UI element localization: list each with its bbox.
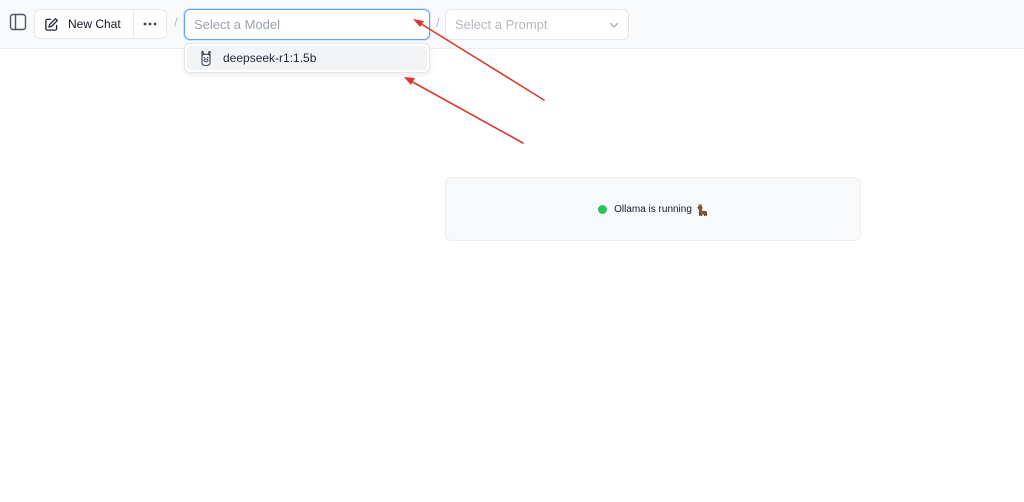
annotation-arrow bbox=[404, 77, 524, 144]
ollama-llama-icon bbox=[201, 50, 211, 66]
sidebar-toggle-icon bbox=[9, 13, 27, 31]
chat-actions-group: New Chat bbox=[34, 9, 167, 39]
model-select[interactable]: Select a Model bbox=[184, 9, 430, 40]
model-dropdown: deepseek-r1:1.5b bbox=[184, 43, 430, 73]
prompt-select-placeholder: Select a Prompt bbox=[455, 17, 548, 32]
prompt-select[interactable]: Select a Prompt bbox=[445, 9, 629, 40]
new-chat-label: New Chat bbox=[68, 17, 121, 31]
new-chat-button[interactable]: New Chat bbox=[35, 10, 134, 38]
breadcrumb-separator: / bbox=[174, 15, 178, 30]
model-option-deepseek[interactable]: deepseek-r1:1.5b bbox=[187, 46, 427, 70]
llama-emoji-icon bbox=[697, 203, 707, 216]
top-bar: New Chat / Select a Model / Select a Pro… bbox=[0, 0, 1024, 49]
annotation-arrows bbox=[404, 19, 545, 144]
model-select-placeholder: Select a Model bbox=[194, 17, 280, 32]
ollama-status-card: Ollama is running bbox=[445, 177, 861, 241]
more-options-button[interactable] bbox=[134, 10, 166, 38]
sidebar-toggle-button[interactable] bbox=[8, 12, 28, 32]
more-horizontal-icon bbox=[143, 22, 157, 26]
status-dot-icon bbox=[598, 204, 608, 214]
status-text: Ollama is running bbox=[614, 203, 692, 215]
breadcrumb-separator: / bbox=[436, 15, 440, 30]
model-option-label: deepseek-r1:1.5b bbox=[223, 51, 317, 65]
chevron-down-icon bbox=[609, 22, 619, 28]
pencil-square-icon bbox=[45, 17, 58, 31]
